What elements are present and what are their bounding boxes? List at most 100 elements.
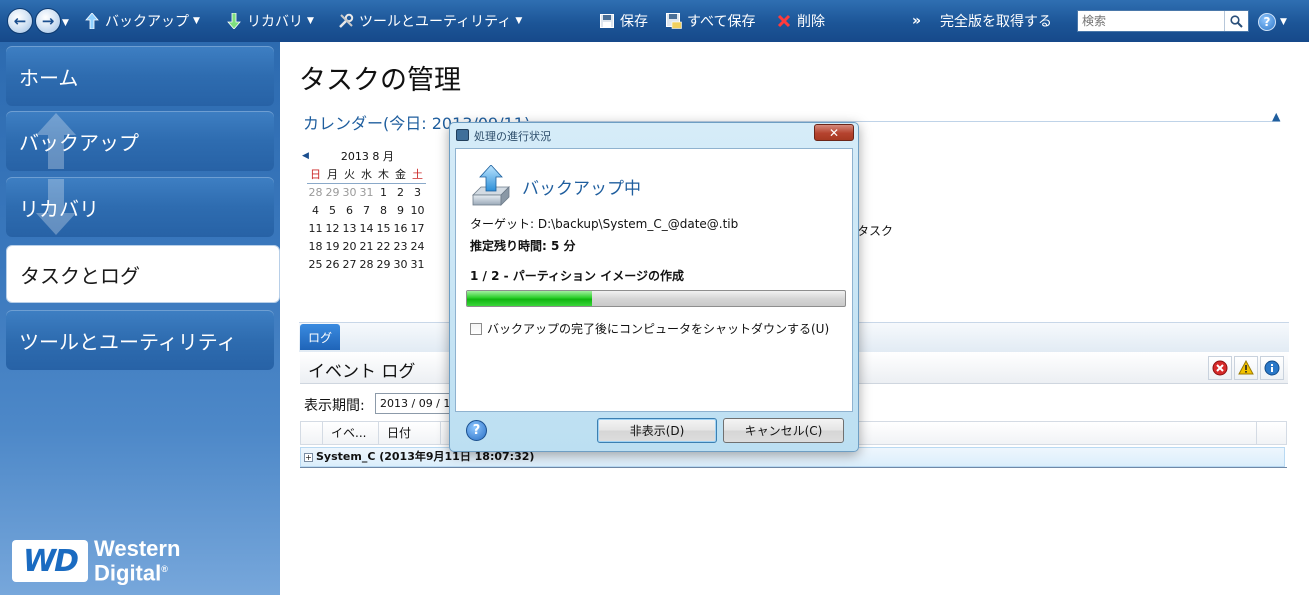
calendar-day[interactable]: 28 — [358, 256, 375, 274]
sidebar-item-label: ツールとユーティリティ — [19, 329, 237, 354]
calendar-day[interactable]: 30 — [341, 184, 358, 202]
calendar-day[interactable]: 26 — [324, 256, 341, 274]
search-box — [1077, 10, 1249, 32]
history-dropdown-caret[interactable]: ▼ — [62, 12, 69, 34]
help-menu[interactable]: ? ▼ — [1258, 11, 1287, 33]
calendar-day[interactable]: 18 — [307, 238, 324, 256]
save-button[interactable]: 保存 — [599, 10, 648, 32]
previous-month-arrow-icon[interactable]: ◀ — [302, 151, 309, 161]
progress-bar-fill — [467, 291, 592, 306]
table-column-date[interactable]: 日付 — [379, 422, 441, 444]
tools-menu[interactable]: ツールとユーティリティ ▼ — [338, 10, 522, 32]
calendar-day[interactable]: 5 — [324, 202, 341, 220]
calendar-day[interactable]: 21 — [358, 238, 375, 256]
calendar-weekday: 木 — [375, 166, 392, 184]
save-all-button-label: すべて保存 — [687, 14, 756, 30]
calendar-day[interactable]: 31 — [358, 184, 375, 202]
save-all-button[interactable]: すべて保存 — [666, 10, 755, 32]
sidebar-item-label: タスクとログ — [20, 263, 140, 288]
calendar-day[interactable]: 20 — [341, 238, 358, 256]
error-filter-icon[interactable] — [1208, 356, 1232, 380]
calendar-weekday: 金 — [392, 166, 409, 184]
sidebar-item-backup[interactable]: バックアップ — [6, 111, 274, 171]
expand-plus-icon[interactable]: + — [304, 452, 313, 462]
shutdown-checkbox[interactable] — [470, 322, 482, 335]
tab-log[interactable]: ログ — [300, 324, 340, 350]
calendar-day[interactable]: 3 — [409, 184, 426, 202]
calendar-day[interactable]: 7 — [358, 202, 375, 220]
calendar-day[interactable]: 29 — [324, 184, 341, 202]
search-input[interactable] — [1078, 11, 1224, 31]
sidebar-item-tasks-and-logs[interactable]: タスクとログ — [6, 245, 280, 303]
close-icon[interactable]: ✕ — [814, 124, 854, 141]
calendar-day[interactable]: 17 — [409, 220, 426, 238]
calendar-day[interactable]: 29 — [375, 256, 392, 274]
sidebar-item-label: バックアップ — [19, 130, 139, 155]
calendar-day[interactable]: 10 — [409, 202, 426, 220]
calendar-day[interactable]: 8 — [375, 202, 392, 220]
hide-button[interactable]: 非表示(D) — [597, 418, 717, 443]
chevron-down-icon: ▼ — [307, 16, 314, 26]
warning-filter-icon[interactable] — [1234, 356, 1258, 380]
calendar-day[interactable]: 15 — [375, 220, 392, 238]
calendar-weekday: 月 — [324, 166, 341, 184]
calendar-day[interactable]: 24 — [409, 238, 426, 256]
sidebar-item-recovery[interactable]: リカバリ — [6, 177, 274, 237]
calendar-weekday: 火 — [341, 166, 358, 184]
calendar-day[interactable]: 28 — [307, 184, 324, 202]
table-column-event[interactable]: イベ... — [323, 422, 379, 444]
calendar-day[interactable]: 12 — [324, 220, 341, 238]
get-full-version-link[interactable]: 完全版を取得する — [940, 10, 1052, 32]
backup-progress-bar — [466, 290, 846, 307]
calendar-day[interactable]: 30 — [392, 256, 409, 274]
dialog-titlebar[interactable]: 処理の進行状況 ✕ — [450, 123, 858, 147]
calendar-weekday: 水 — [358, 166, 375, 184]
calendar-day[interactable]: 9 — [392, 202, 409, 220]
calendar-day[interactable]: 14 — [358, 220, 375, 238]
help-icon: ? — [1258, 13, 1276, 31]
sidebar-item-home[interactable]: ホーム — [6, 46, 274, 106]
calendar-day[interactable]: 1 — [375, 184, 392, 202]
sidebar: ホーム バックアップ リカバリ タスクとログ ツールとユーティリティ WD We… — [0, 42, 280, 595]
main-toolbar: ← → ▼ バックアップ ▼ リカバリ ▼ ツールとユーティリティ ▼ 保存 す… — [0, 0, 1309, 42]
calendar-weekday: 土 — [409, 166, 426, 184]
back-arrow-icon[interactable]: ← — [7, 8, 33, 34]
calendar-day[interactable]: 2 — [392, 184, 409, 202]
cancel-button[interactable]: キャンセル(C) — [723, 418, 844, 443]
dialog-body: バックアップ中 ターゲット: D:\backup\System_C_@date@… — [455, 148, 853, 412]
estimated-time-remaining: 推定残り時間: 5 分 — [470, 239, 576, 253]
mini-calendar: ◀ 2013 8 月 日月火水木金土 28 29 30 31 1 2 3 4 5 6 7 8 9 10 11 1… — [302, 148, 442, 274]
calendar-day[interactable]: 19 — [324, 238, 341, 256]
dialog-heading: バックアップ中 — [522, 179, 641, 199]
calendar-day[interactable]: 4 — [307, 202, 324, 220]
calendar-day[interactable]: 22 — [375, 238, 392, 256]
calendar-day[interactable]: 31 — [409, 256, 426, 274]
calendar-day[interactable]: 23 — [392, 238, 409, 256]
calendar-day[interactable]: 13 — [341, 220, 358, 238]
shutdown-after-backup-option[interactable]: バックアップの完了後にコンピュータをシャットダウンする(U) — [470, 320, 829, 337]
backup-menu[interactable]: バックアップ ▼ — [84, 10, 200, 32]
table-bottom-border — [300, 467, 1287, 468]
wd-logo-text: Western Digital® — [94, 535, 181, 586]
overflow-chevron[interactable]: » — [912, 10, 921, 32]
info-filter-icon[interactable] — [1260, 356, 1284, 380]
search-icon[interactable] — [1224, 11, 1248, 31]
calendar-day[interactable]: 16 — [392, 220, 409, 238]
table-column-icon[interactable] — [301, 422, 323, 444]
sidebar-item-tools[interactable]: ツールとユーティリティ — [6, 310, 274, 370]
forward-arrow-icon[interactable]: → — [35, 8, 61, 34]
display-period-date-field[interactable]: 2013 / 09 / 11 — [375, 393, 455, 414]
recovery-menu-label: リカバリ — [247, 14, 303, 30]
app-window-icon — [456, 129, 469, 141]
calendar-day[interactable]: 11 — [307, 220, 324, 238]
save-disk-icon — [599, 13, 615, 29]
recovery-menu[interactable]: リカバリ ▼ — [226, 10, 314, 32]
calendar-day[interactable]: 27 — [341, 256, 358, 274]
shutdown-checkbox-label: バックアップの完了後にコンピュータをシャットダウンする(U) — [487, 322, 830, 336]
calendar-day[interactable]: 25 — [307, 256, 324, 274]
calendar-day[interactable]: 6 — [341, 202, 358, 220]
save-all-icon — [666, 13, 682, 29]
help-icon[interactable]: ? — [466, 420, 487, 441]
collapse-chevron-icon[interactable]: ▲ — [1272, 110, 1280, 123]
delete-button[interactable]: 削除 — [776, 10, 825, 32]
